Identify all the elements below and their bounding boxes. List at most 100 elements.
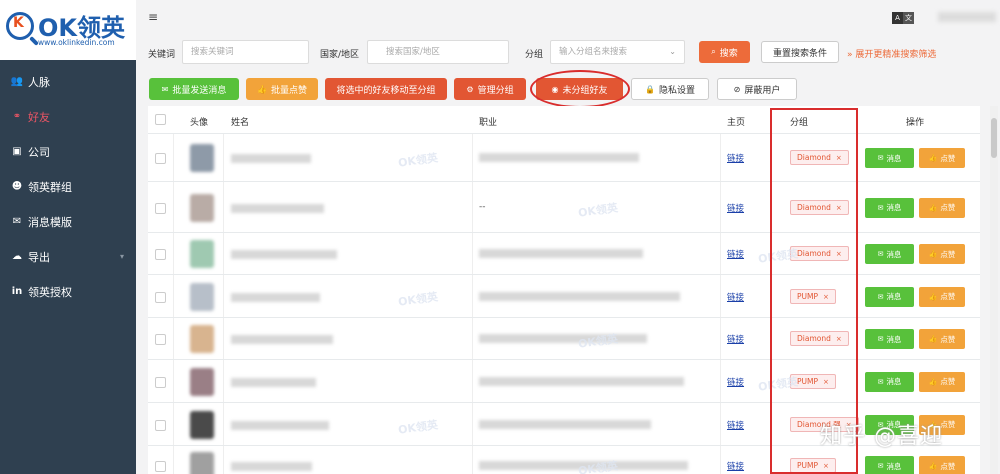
row-checkbox[interactable] [155, 334, 166, 345]
gear-icon: ⚙ [466, 84, 474, 94]
annotation-ellipse [530, 70, 630, 108]
header-job: 职业 [479, 118, 498, 128]
search-icon: ⌕ [711, 47, 716, 56]
site-watermark: OK领英 [397, 417, 439, 437]
like-button[interactable]: 👍 点赞 [919, 244, 965, 264]
thumbs-up-icon: 👍 [928, 250, 938, 258]
brand-logo[interactable]: K OK领英 www.oklinkedin.com [0, 0, 136, 60]
avatar[interactable] [190, 144, 214, 172]
profile-link[interactable]: 链接 [727, 152, 744, 164]
group-icon: ☻ [11, 181, 23, 192]
message-button[interactable]: ✉ 消息 [865, 286, 914, 307]
name-blurred[interactable] [231, 420, 329, 430]
ban-icon: ⊘ [733, 84, 741, 94]
sidebar-item-friends[interactable]: ⚭ 好友 [0, 99, 136, 134]
like-button[interactable]: 👍 点赞 [919, 197, 965, 218]
profile-link[interactable]: 链接 [727, 248, 744, 260]
name-blurred[interactable] [231, 154, 311, 163]
message-button[interactable]: ✉ 消息 [865, 371, 914, 392]
thumbs-up-icon: 👍 [928, 292, 938, 301]
message-button[interactable]: ✉ 消息 [865, 456, 914, 474]
like-button[interactable]: 👍 点赞 [919, 456, 965, 474]
job-blurred [479, 376, 684, 386]
envelope-icon: ✉ [877, 377, 884, 386]
expand-advanced-filter-link[interactable]: » 展开更精准搜索筛选 [847, 47, 936, 60]
job-text: -- [479, 201, 486, 212]
like-button[interactable]: 👍 点赞 [919, 148, 965, 168]
profile-link[interactable]: 链接 [727, 460, 744, 472]
header-operation: 操作 [906, 118, 925, 128]
vertical-scrollbar[interactable] [990, 106, 998, 474]
profile-link[interactable]: 链接 [727, 291, 744, 303]
row-checkbox[interactable] [155, 153, 166, 164]
menu-toggle-icon[interactable]: ≡ [148, 10, 158, 24]
user-name-blurred[interactable] [938, 12, 996, 22]
job-blurred [479, 334, 647, 343]
reset-search-button[interactable]: 重置搜索条件 [761, 41, 839, 63]
avatar[interactable] [190, 410, 214, 439]
group-select[interactable]: 输入分组名来搜索 ⌄ [550, 40, 685, 64]
like-button[interactable]: 👍 点赞 [919, 286, 965, 307]
keyword-label: 关键词 [148, 50, 176, 60]
message-button[interactable]: ✉ 消息 [865, 329, 914, 349]
like-button[interactable]: 👍 点赞 [919, 329, 965, 349]
envelope-icon: ✉ [877, 250, 884, 258]
bulk-like-button[interactable]: 👍 批量点赞 [246, 78, 318, 100]
privacy-settings-button[interactable]: 🔒 隐私设置 [631, 78, 709, 100]
profile-link[interactable]: 链接 [727, 202, 744, 214]
country-input[interactable]: 搜索国家/地区 [367, 40, 509, 64]
like-button[interactable]: 👍 点赞 [919, 371, 965, 392]
name-blurred[interactable] [231, 292, 320, 302]
job-blurred [479, 249, 643, 258]
row-checkbox[interactable] [155, 461, 166, 472]
avatar[interactable] [190, 325, 214, 353]
message-button[interactable]: ✉ 消息 [865, 197, 914, 218]
avatar[interactable] [190, 193, 214, 222]
name-blurred[interactable] [231, 377, 316, 387]
thumbs-up-icon: 👍 [928, 377, 938, 386]
message-button[interactable]: ✉ 消息 [865, 148, 914, 168]
envelope-icon: ✉ [161, 84, 169, 94]
row-checkbox[interactable] [155, 376, 166, 388]
sidebar-item-companies[interactable]: ▣ 公司 [0, 134, 136, 169]
sidebar-item-export[interactable]: ☁ 导出 ▾ [0, 239, 136, 274]
message-button[interactable]: ✉ 消息 [865, 244, 914, 264]
row-checkbox[interactable] [155, 419, 166, 431]
name-blurred[interactable] [231, 203, 324, 213]
job-blurred [479, 153, 639, 162]
envelope-icon: ✉ [877, 292, 884, 301]
move-to-group-button[interactable]: 将选中的好友移动至分组 [325, 78, 447, 100]
job-blurred [479, 291, 680, 301]
bulk-message-button[interactable]: ✉ 批量发送消息 [149, 78, 239, 100]
profile-link[interactable]: 链接 [727, 419, 744, 431]
language-switch-icon[interactable]: A文 [892, 12, 914, 24]
name-blurred[interactable] [231, 250, 337, 259]
sidebar-item-message-templates[interactable]: ✉ 消息模版 [0, 204, 136, 239]
manage-groups-button[interactable]: ⚙ 管理分组 [454, 78, 526, 100]
avatar[interactable] [190, 240, 214, 268]
blocked-users-button[interactable]: ⊘ 屏蔽用户 [717, 78, 797, 100]
top-bar: ≡ A文 [136, 0, 1000, 34]
cloud-download-icon: ☁ [12, 251, 22, 262]
site-watermark: OK领英 [577, 459, 619, 474]
row-checkbox[interactable] [155, 202, 166, 214]
keyword-input[interactable]: 搜索关键词 [182, 40, 309, 64]
zhihu-watermark: 知乎 @喜迎 [820, 424, 943, 449]
search-button[interactable]: ⌕ 搜索 [699, 41, 750, 63]
profile-link[interactable]: 链接 [727, 376, 744, 388]
search-bar: 关键词 搜索关键词 国家/地区 搜索国家/地区 分组 输入分组名来搜索 ⌄ ⌕ 搜… [136, 34, 1000, 70]
sidebar-item-contacts[interactable]: 👥 人脉 [0, 64, 136, 99]
select-all-checkbox[interactable] [155, 114, 166, 125]
row-checkbox[interactable] [155, 291, 166, 303]
sidebar-item-linkedin-auth[interactable]: in 领英授权 [0, 274, 136, 309]
name-blurred[interactable] [231, 462, 312, 471]
avatar[interactable] [190, 367, 214, 396]
row-checkbox[interactable] [155, 249, 166, 260]
double-chevron-down-icon: » [847, 50, 853, 60]
avatar[interactable] [190, 282, 214, 311]
sidebar-item-groups[interactable]: ☻ 领英群组 [0, 169, 136, 204]
profile-link[interactable]: 链接 [727, 333, 744, 345]
site-watermark: OK领英 [397, 289, 439, 309]
name-blurred[interactable] [231, 335, 333, 344]
avatar[interactable] [190, 452, 214, 474]
